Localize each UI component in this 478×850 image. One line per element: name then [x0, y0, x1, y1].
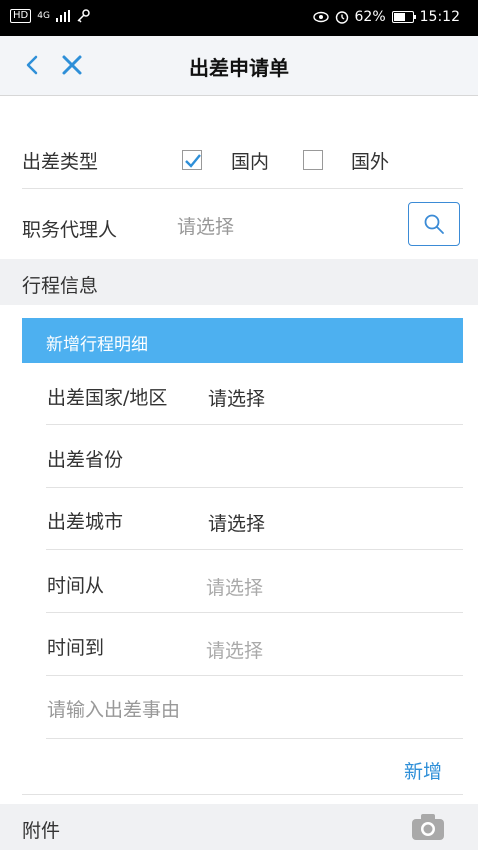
divider — [46, 738, 463, 739]
agent-label: 职务代理人 — [22, 219, 118, 241]
agent-select[interactable]: 请选择 — [177, 212, 234, 239]
divider — [46, 549, 463, 550]
battery-level — [393, 13, 405, 21]
signal-icon — [55, 10, 70, 22]
alarm-icon — [335, 11, 348, 24]
page-title: 出差申请单 — [189, 56, 289, 80]
nav-bar: 出差申请单 — [0, 36, 478, 96]
time-to-label: 时间到 — [47, 637, 105, 659]
overseas-option-label[interactable]: 国外 — [351, 147, 389, 174]
domestic-option-label[interactable]: 国内 — [231, 147, 269, 174]
battery-icon — [391, 11, 416, 23]
province-label: 出差省份 — [47, 449, 124, 471]
divider — [46, 424, 463, 425]
domestic-checkbox[interactable] — [182, 150, 202, 170]
itinerary-section-header: 行程信息 — [0, 259, 478, 305]
time-from-picker[interactable]: 请选择 — [206, 573, 263, 600]
time-to-picker[interactable]: 请选择 — [206, 636, 263, 663]
key-icon — [77, 9, 90, 23]
divider — [46, 487, 463, 488]
country-label: 出差国家/地区 — [47, 387, 168, 409]
divider — [46, 612, 463, 613]
overseas-checkbox[interactable] — [303, 150, 323, 170]
divider — [22, 794, 463, 795]
checkmark-icon — [185, 154, 201, 168]
status-bar: HD 4G 62% 15:12 — [0, 0, 478, 36]
country-select[interactable]: 请选择 — [208, 384, 265, 411]
eye-icon — [312, 11, 329, 23]
add-itinerary-detail-label: 新增行程明细 — [46, 335, 148, 355]
camera-icon[interactable] — [410, 812, 446, 842]
divider — [46, 675, 463, 676]
trip-type-label: 出差类型 — [22, 151, 99, 173]
attachments-section-header: 附件 — [0, 804, 478, 850]
divider — [22, 188, 463, 189]
trip-reason-input[interactable]: 请输入出差事由 — [47, 695, 180, 722]
clock: 15:12 — [419, 9, 460, 25]
agent-search-button[interactable] — [408, 202, 460, 246]
add-itinerary-button[interactable]: 新增 — [404, 757, 442, 784]
time-from-label: 时间从 — [47, 575, 105, 597]
hd-badge: HD — [10, 9, 32, 23]
search-icon — [424, 214, 444, 234]
city-label: 出差城市 — [47, 511, 124, 533]
itinerary-section-title: 行程信息 — [22, 275, 99, 297]
network-type: 4G — [37, 11, 50, 21]
city-select[interactable]: 请选择 — [208, 509, 265, 536]
attachments-section-title: 附件 — [22, 820, 61, 842]
battery-percent: 62% — [354, 9, 386, 25]
add-itinerary-detail-bar[interactable]: 新增行程明细 — [22, 318, 463, 363]
